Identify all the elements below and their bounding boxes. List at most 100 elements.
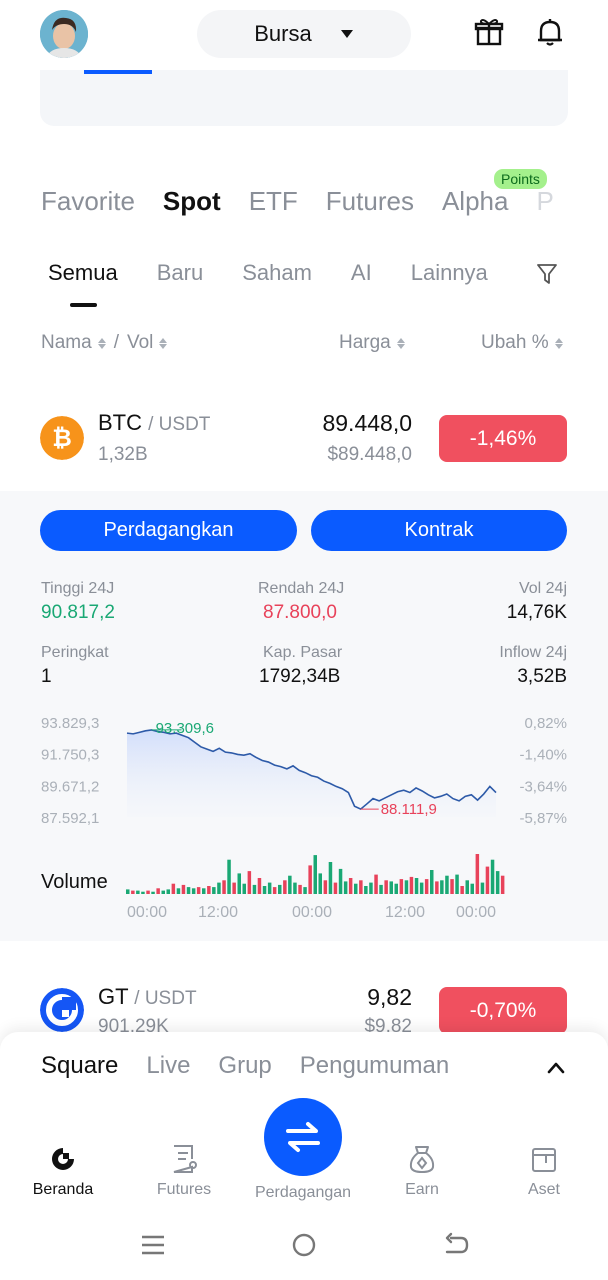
volume-bar [323,880,328,894]
promo-banner[interactable] [40,70,568,126]
volume-bar [343,881,348,894]
trade-button[interactable]: Perdagangkan [40,510,297,551]
gift-icon[interactable] [473,16,505,48]
volume-bar [445,875,449,894]
tab-live[interactable]: Live [146,1052,190,1080]
volume-bar [379,884,383,894]
chevron-up-icon[interactable] [546,1058,566,1078]
rank-label: Peringkat [41,644,109,661]
volume-bar [414,878,419,894]
nav-perdagangan-label[interactable]: Perdagangan [238,1184,368,1202]
sort-icon [97,337,106,349]
tab-futures[interactable]: Futures [326,186,414,222]
subtab-lainnya[interactable]: Lainnya [411,260,488,286]
sort-change[interactable]: Ubah % [481,332,563,354]
coin-pair: BTC / USDT [98,410,210,436]
volume-bar [338,868,343,894]
volume-bar [136,890,140,894]
sub-tabs: Semua Baru Saham AI Lainnya [48,260,527,286]
subtab-semua[interactable]: Semua [48,260,118,286]
swap-arrows-icon [286,1122,320,1152]
volume-bar [440,880,444,894]
exchange-selector[interactable]: Bursa [197,10,411,58]
price-chart[interactable]: 93.829,3 91.750,3 89.671,2 87.592,1 0,82% -1,… [0,701,608,836]
volume-bar [333,882,338,894]
tab-favorite[interactable]: Favorite [41,186,135,222]
btc-detail-panel: Perdagangkan Kontrak Tinggi 24J 90.817,2… [0,491,608,941]
vol24-label: Vol 24j [518,580,567,597]
nav-earn[interactable]: Earn [372,1143,472,1199]
volume-bar [176,888,181,894]
volume-bar [460,886,464,894]
nav-futures[interactable]: Futures [134,1143,234,1199]
tab-partial[interactable]: P [536,186,553,222]
col-price: Harga [339,332,391,353]
tab-grup[interactable]: Grup [218,1052,271,1080]
filter-icon[interactable] [537,263,557,285]
coin-price-usd: $89.448,0 [327,444,412,465]
volume-bar [450,879,454,894]
volume-bar [419,882,424,894]
volume-bar [485,866,490,894]
volume-bar [384,880,388,894]
subtab-saham[interactable]: Saham [242,260,312,286]
subtab-baru[interactable]: Baru [157,260,203,286]
volume-bar [141,891,145,894]
nav-beranda[interactable]: Beranda [13,1143,113,1199]
change-badge[interactable]: -0,70% [439,987,567,1034]
trade-fab[interactable] [264,1098,342,1176]
feed-tabs: Square Live Grup Pengumuman [41,1052,477,1080]
market-row-btc[interactable]: ₿ BTC / USDT 1,32B 89.448,0 $89.448,0 -1… [0,400,608,480]
futures-doc-icon [173,1145,197,1173]
coin-symbol: BTC [98,410,142,435]
subtab-ai[interactable]: AI [351,260,372,286]
tab-etf[interactable]: ETF [249,186,298,222]
mcap-value: 1792,34B [259,666,341,687]
nav-aset[interactable]: Aset [494,1143,594,1199]
volume-bar [272,887,277,894]
nav-label: Earn [405,1181,439,1198]
volume-bar [369,882,373,894]
volume-bar [328,862,333,894]
coin-volume: 1,32B [98,444,148,465]
volume-bar [470,883,474,894]
change-badge[interactable]: -1,46% [439,415,567,462]
volume-bar [232,882,236,894]
volume-bar [166,889,170,894]
col-change: Ubah % [481,332,549,353]
sort-price[interactable]: Harga [339,332,405,354]
volume-bar [227,859,231,894]
banner-strip [84,70,152,74]
volume-bar [490,859,495,894]
tab-pengumuman[interactable]: Pengumuman [300,1052,449,1080]
recent-apps-icon[interactable] [138,1230,168,1260]
tab-alpha[interactable]: Alpha [442,186,509,222]
high-annotation: 93.309,6 [156,720,214,737]
volume-bar [354,883,358,894]
gate-token-icon [40,988,84,1032]
volume-bar [278,884,282,894]
volume-bar [293,882,297,894]
volume-bar [303,887,307,894]
volume-bar [151,891,155,894]
tab-spot[interactable]: Spot [163,186,221,222]
sort-name-vol[interactable]: Nama / Vol [41,332,168,354]
wallet-icon [532,1148,556,1172]
coin-pair: GT / USDT [98,984,197,1010]
col-vol: Vol [126,332,154,353]
price-area [127,729,496,817]
volume-bar [404,880,409,894]
contract-button[interactable]: Kontrak [311,510,567,551]
coin-quote: / USDT [134,988,197,1009]
tab-square[interactable]: Square [41,1052,118,1080]
volume-bar [394,883,398,894]
exchange-label: Bursa [254,21,312,46]
coin-price: 89.448,0 [322,410,412,436]
volume-bar [126,889,130,894]
avatar[interactable] [40,10,88,58]
home-circle-icon[interactable] [289,1230,319,1260]
back-icon[interactable] [441,1230,471,1260]
bell-icon[interactable] [534,16,566,48]
y-tick-left: 87.592,1 [41,810,99,827]
coin-symbol: GT [98,984,129,1009]
